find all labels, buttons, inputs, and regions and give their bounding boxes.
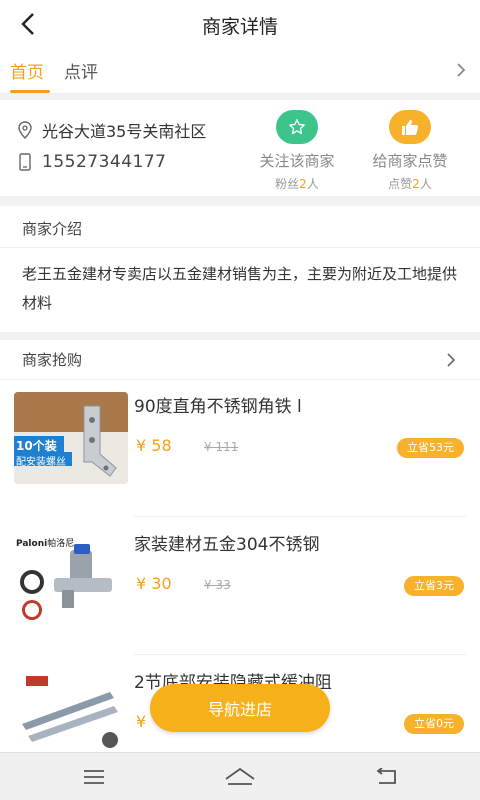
product-image bbox=[14, 668, 128, 760]
thumb-caption-text: 配安装螺丝 bbox=[16, 457, 66, 468]
product-price: ¥ 30 bbox=[136, 574, 172, 593]
like-store-button[interactable]: 给商家点赞 点赞2人 bbox=[355, 110, 465, 192]
divider bbox=[134, 516, 466, 517]
flash-sale-header[interactable]: 商家抢购 bbox=[0, 340, 480, 380]
chevron-right-icon bbox=[457, 63, 466, 77]
intro-text: 老王五金建材专卖店以五金建材销售为主，主要为附近及工地提供材料 bbox=[22, 265, 458, 312]
thumb-badge-text: 10个装 bbox=[16, 439, 57, 453]
savings-badge: 立省0元 bbox=[404, 714, 464, 734]
tab-reviews[interactable]: 点评 bbox=[64, 58, 98, 83]
intro-title: 商家介绍 bbox=[0, 206, 480, 248]
product-original-price: ¥ 33 bbox=[204, 578, 231, 592]
tab-indicator bbox=[10, 90, 50, 93]
tabs-more-button[interactable] bbox=[456, 62, 466, 82]
like-count: 点赞2人 bbox=[388, 177, 432, 191]
address-row[interactable]: 光谷大道35号关南社区 bbox=[16, 118, 206, 142]
tab-bar: 首页 点评 bbox=[0, 48, 480, 94]
product-name: 90度直角不锈钢角铁 l bbox=[134, 397, 302, 417]
menu-icon[interactable] bbox=[74, 763, 114, 791]
savings-badge: 立省3元 bbox=[404, 576, 464, 596]
top-bar: 商家详情 bbox=[0, 0, 480, 48]
divider bbox=[134, 654, 466, 655]
product-image: 10个装 配安装螺丝 bbox=[14, 392, 128, 484]
chevron-right-icon bbox=[446, 352, 456, 372]
product-original-price: ¥ 111 bbox=[204, 440, 239, 454]
product-image: Paloni帕洛尼 bbox=[14, 530, 128, 622]
store-intro-section: 商家介绍 老王五金建材专卖店以五金建材销售为主，主要为附近及工地提供材料 bbox=[0, 206, 480, 332]
product-item[interactable]: Paloni帕洛尼 家装建材五金304不锈钢 ¥ 30 ¥ 33 立省3元 bbox=[0, 518, 480, 654]
savings-badge: 立省53元 bbox=[397, 438, 464, 458]
location-pin-icon bbox=[16, 120, 34, 140]
phone-row[interactable]: 15527344177 bbox=[16, 152, 166, 172]
follower-count: 粉丝2人 bbox=[275, 177, 319, 191]
product-name: 家装建材五金304不锈钢 bbox=[134, 535, 320, 555]
follow-label: 关注该商家 bbox=[259, 152, 335, 170]
store-info: 光谷大道35号关南社区 15527344177 关注该商家 粉丝2人 给商家点赞… bbox=[0, 100, 480, 196]
star-icon bbox=[276, 110, 318, 144]
system-navigation-bar bbox=[0, 752, 480, 800]
phone-icon bbox=[16, 152, 34, 172]
navigate-to-store-button[interactable]: 导航进店 bbox=[150, 684, 330, 732]
flash-sale-title: 商家抢购 bbox=[22, 351, 83, 369]
back-icon[interactable] bbox=[366, 763, 406, 791]
thumbs-up-icon bbox=[389, 110, 431, 144]
phone-text: 15527344177 bbox=[42, 152, 167, 172]
product-item[interactable]: 10个装 配安装螺丝 90度直角不锈钢角铁 l ¥ 58 ¥ 111 立省53元 bbox=[0, 380, 480, 516]
product-price: ¥ bbox=[136, 712, 147, 731]
address-text: 光谷大道35号关南社区 bbox=[42, 122, 207, 141]
page-title: 商家详情 bbox=[201, 16, 278, 38]
home-icon[interactable] bbox=[220, 763, 260, 791]
tab-home[interactable]: 首页 bbox=[10, 58, 44, 83]
thumb-brand-text: Paloni帕洛尼 bbox=[16, 539, 75, 549]
product-price: ¥ 58 bbox=[136, 436, 172, 455]
like-label: 给商家点赞 bbox=[372, 152, 448, 170]
follow-store-button[interactable]: 关注该商家 粉丝2人 bbox=[242, 110, 352, 192]
